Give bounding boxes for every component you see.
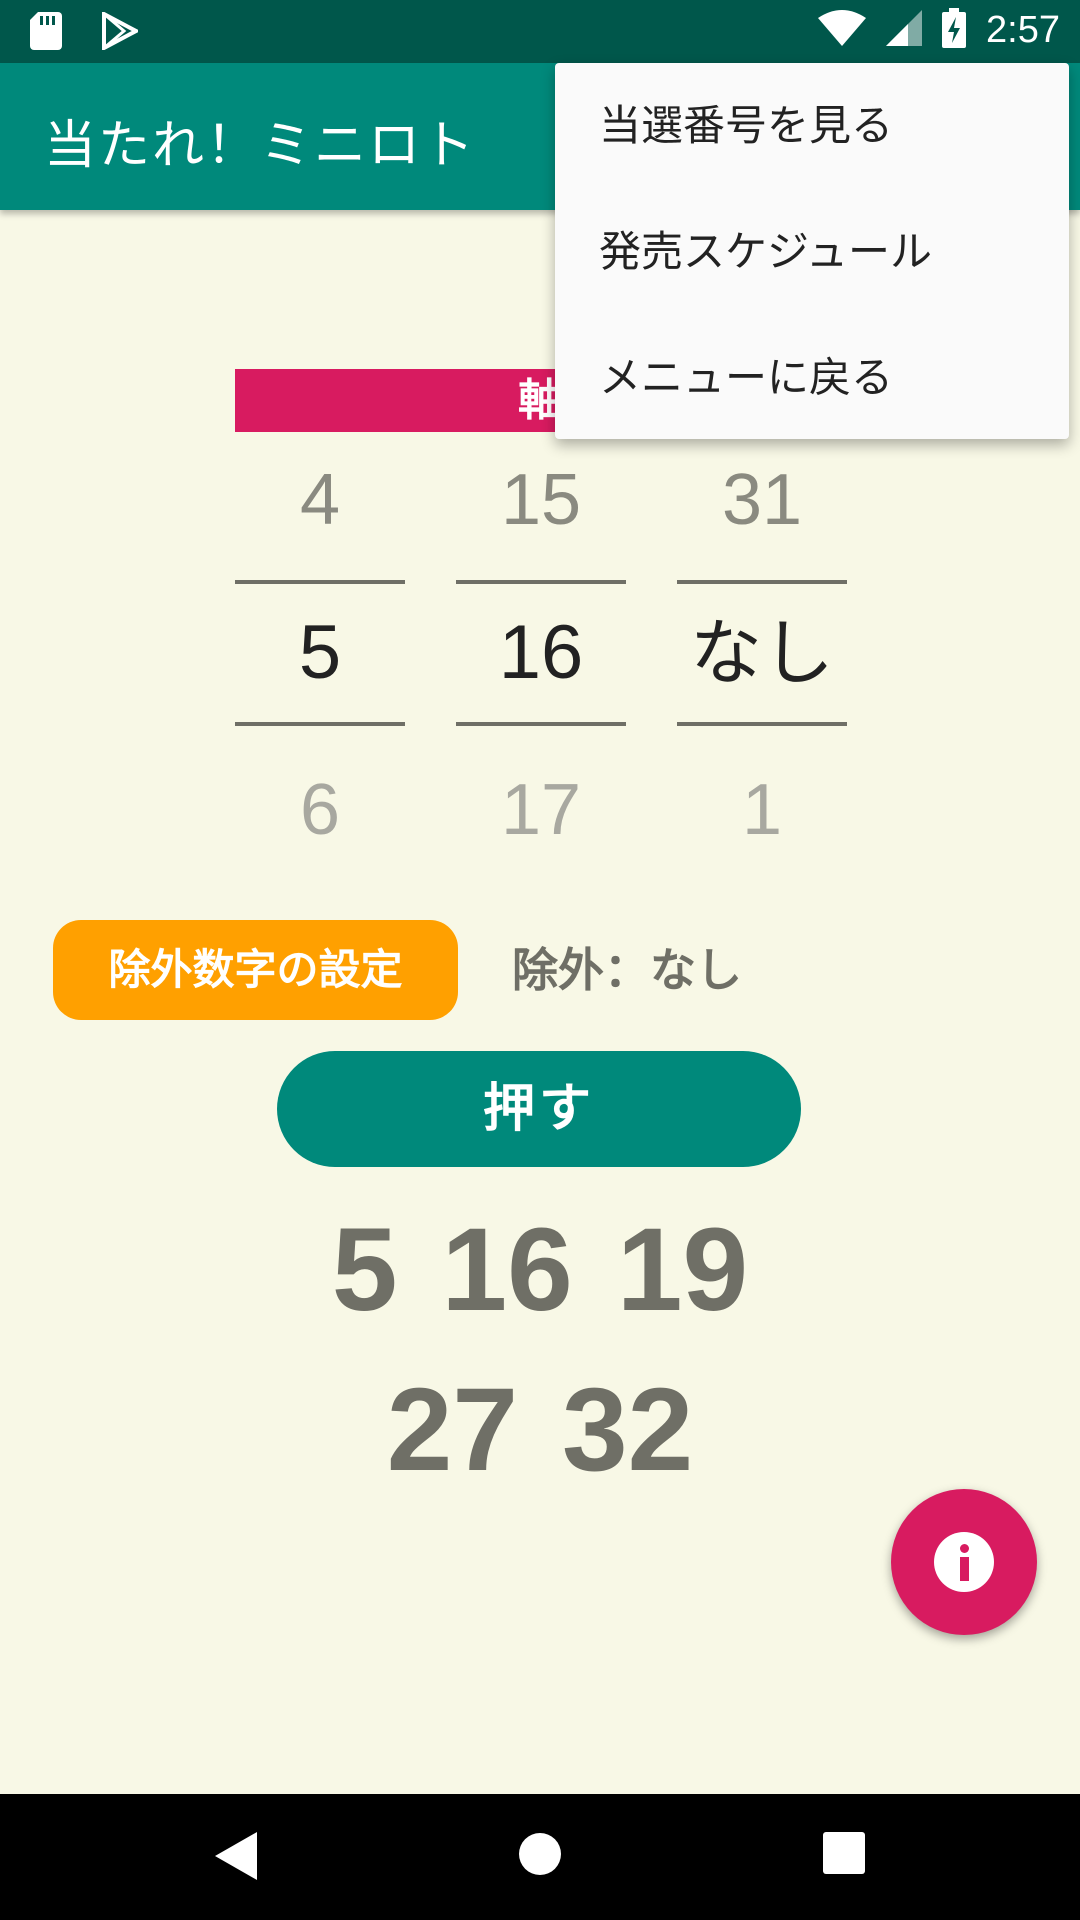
menu-item-sales-schedule[interactable]: 発売スケジュール (555, 189, 1069, 315)
menu-item-back-to-menu[interactable]: メニューに戻る (555, 315, 1069, 441)
number-picker-1[interactable]: 4 5 6 (235, 450, 405, 880)
result-number: 5 (331, 1204, 398, 1336)
home-icon[interactable] (518, 1832, 562, 1880)
picker-prev-value[interactable]: 31 (677, 450, 847, 550)
menu-item-winning-numbers[interactable]: 当選番号を見る (555, 63, 1069, 189)
overflow-menu: 当選番号を見る 発売スケジュール メニューに戻る (555, 63, 1069, 439)
number-picker-2[interactable]: 15 16 17 (456, 450, 626, 880)
result-row-2: 27 32 (0, 1360, 1080, 1500)
picker-selected-value[interactable]: 5 (235, 580, 405, 726)
battery-charging-icon (942, 8, 967, 52)
push-button[interactable]: 押す (277, 1051, 801, 1167)
result-row-1: 5 16 19 (0, 1200, 1080, 1340)
recents-icon[interactable] (823, 1832, 865, 1878)
status-time: 2:57 (986, 8, 1060, 51)
status-bar: 2:57 (0, 0, 1080, 63)
picker-prev-value[interactable]: 15 (456, 450, 626, 550)
result-number: 32 (562, 1364, 694, 1496)
picker-prev-value[interactable]: 4 (235, 450, 405, 550)
exclude-status-label: 除外：なし (512, 943, 742, 997)
result-number: 27 (386, 1364, 518, 1496)
picker-selected-value[interactable]: 16 (456, 580, 626, 726)
info-icon (934, 1532, 994, 1592)
info-fab-button[interactable] (891, 1489, 1037, 1635)
navigation-bar (0, 1794, 1080, 1920)
picker-next-value[interactable]: 6 (235, 760, 405, 860)
play-store-icon (102, 10, 141, 54)
picker-next-value[interactable]: 17 (456, 760, 626, 860)
cell-signal-icon (886, 10, 923, 50)
result-number: 19 (616, 1204, 749, 1336)
main-content: 軸 4 5 6 15 16 17 31 なし 1 除外数字の設定 除外：なし 押… (0, 210, 1080, 1794)
exclude-settings-button[interactable]: 除外数字の設定 (53, 920, 458, 1020)
app-title: 当たれ！ミニロト (44, 116, 477, 176)
result-number: 16 (441, 1204, 573, 1336)
picker-next-value[interactable]: 1 (677, 760, 847, 860)
wifi-icon (818, 10, 867, 50)
back-icon[interactable] (215, 1832, 257, 1884)
sd-card-icon (30, 12, 62, 54)
number-picker-3[interactable]: 31 なし 1 (677, 450, 847, 880)
picker-selected-value[interactable]: なし (677, 580, 847, 726)
